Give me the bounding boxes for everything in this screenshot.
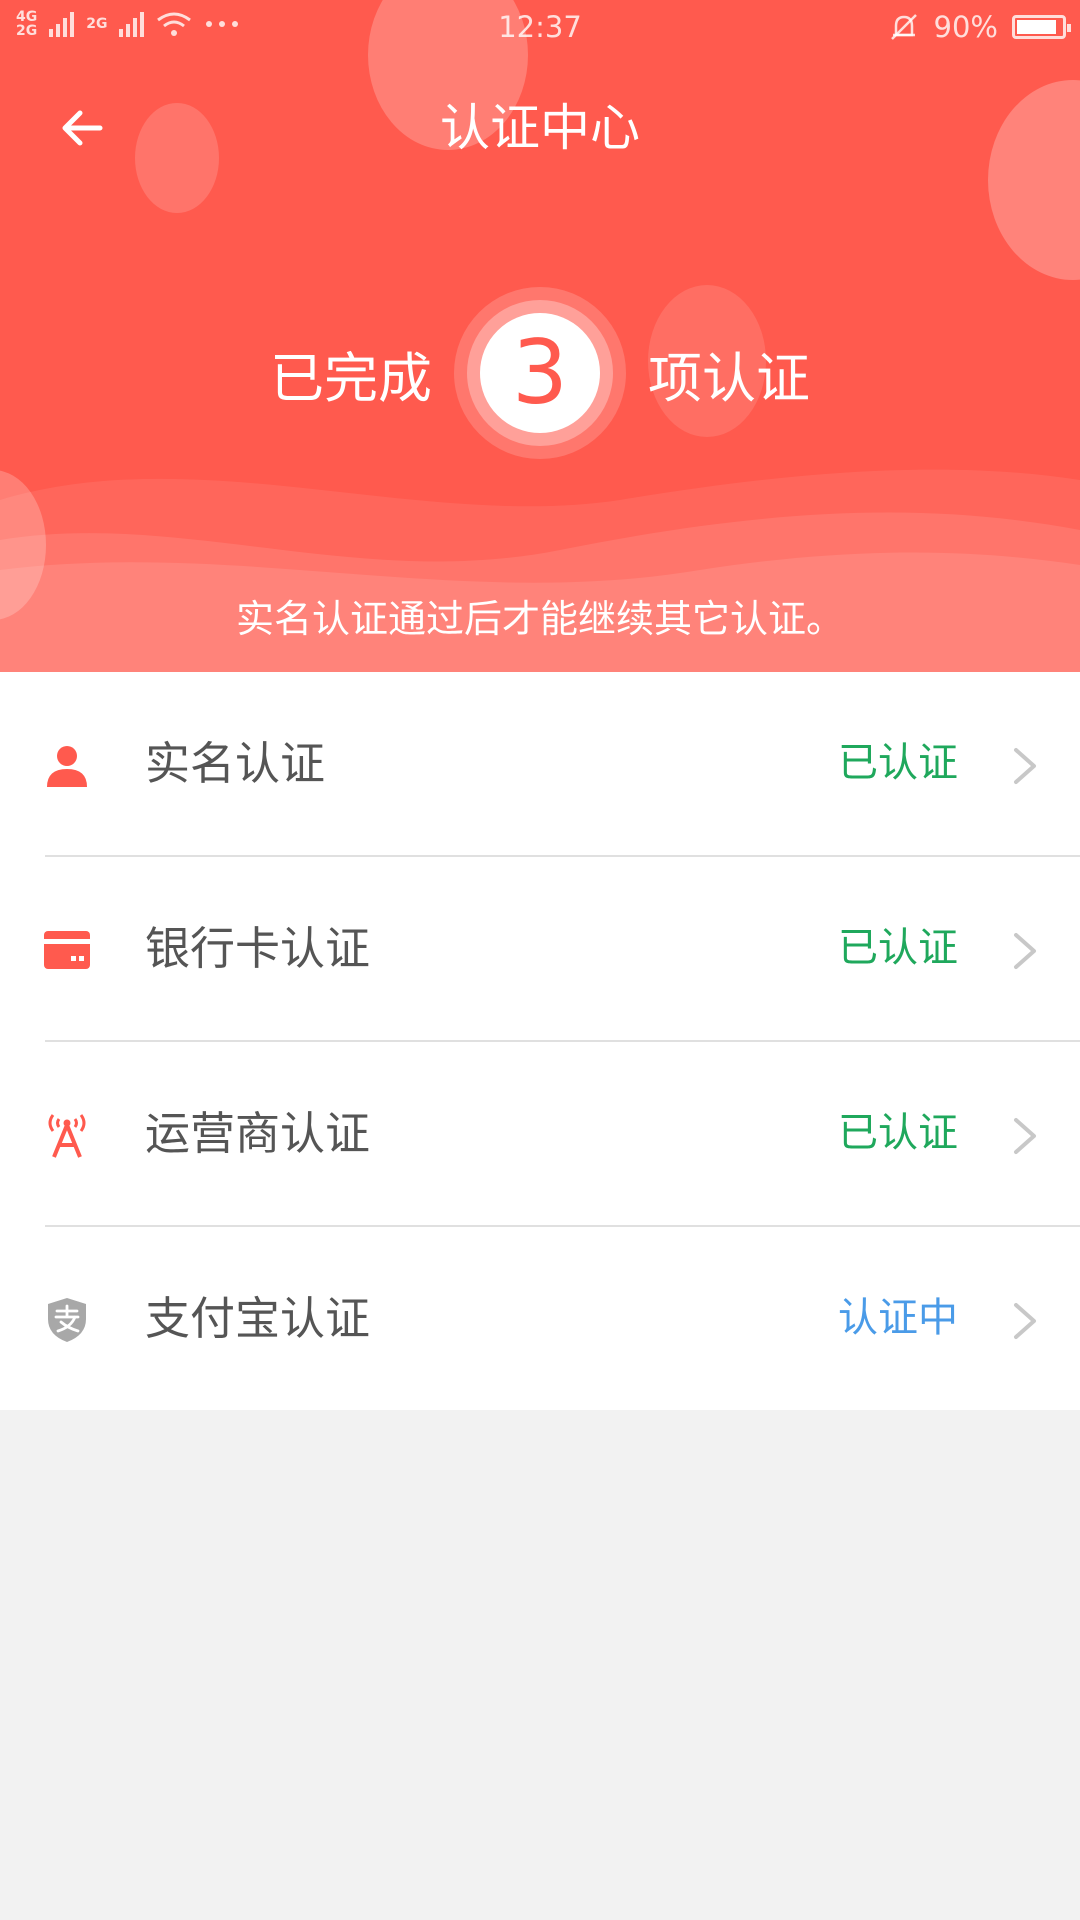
status-badge: 已认证 — [838, 740, 958, 786]
status-badge: 已认证 — [838, 925, 958, 971]
list-item-bank-card[interactable]: 银行卡认证 已认证 — [0, 857, 1080, 1040]
list-item-carrier[interactable]: 运营商认证 已认证 — [0, 1042, 1080, 1225]
chevron-right-icon — [1014, 1118, 1036, 1154]
item-label: 支付宝认证 — [145, 1292, 371, 1345]
chevron-right-icon — [1014, 748, 1036, 784]
count-badge: 3 — [454, 287, 626, 459]
item-label: 实名认证 — [145, 737, 326, 790]
notice-text: 实名认证通过后才能继续其它认证。 — [235, 597, 844, 641]
completed-prefix: 已完成 — [270, 346, 432, 410]
completed-suffix: 项认证 — [648, 346, 810, 410]
chevron-right-icon — [1014, 1303, 1036, 1339]
page-title: 认证中心 — [440, 99, 640, 157]
completed-summary: 已完成 3 项认证 — [0, 283, 1080, 463]
person-icon — [44, 742, 90, 788]
battery-icon — [1012, 15, 1071, 39]
signal-tower-icon — [44, 1112, 90, 1158]
status-bar: 4G 2G 2G 12:37 90% — [0, 0, 1080, 56]
status-badge: 已认证 — [838, 1110, 958, 1156]
header-banner: 4G 2G 2G 12:37 90% 认证中心 已完成 3 项认证 实名认证通过… — [0, 0, 1080, 672]
battery-percent: 90% — [933, 10, 998, 44]
verification-list: 实名认证 已认证 银行卡认证 已认证 运营商认证 已认证 支付宝认证 认证中 — [0, 672, 1080, 1410]
alipay-shield-icon — [44, 1297, 90, 1343]
list-item-alipay[interactable]: 支付宝认证 认证中 — [0, 1227, 1080, 1410]
list-item-real-name[interactable]: 实名认证 已认证 — [0, 672, 1080, 855]
item-label: 运营商认证 — [145, 1107, 371, 1160]
item-label: 银行卡认证 — [145, 922, 371, 975]
chevron-right-icon — [1014, 933, 1036, 969]
mute-bell-icon — [890, 14, 917, 40]
status-badge: 认证中 — [838, 1295, 958, 1341]
completed-count: 3 — [480, 313, 600, 433]
bank-card-icon — [44, 927, 90, 973]
